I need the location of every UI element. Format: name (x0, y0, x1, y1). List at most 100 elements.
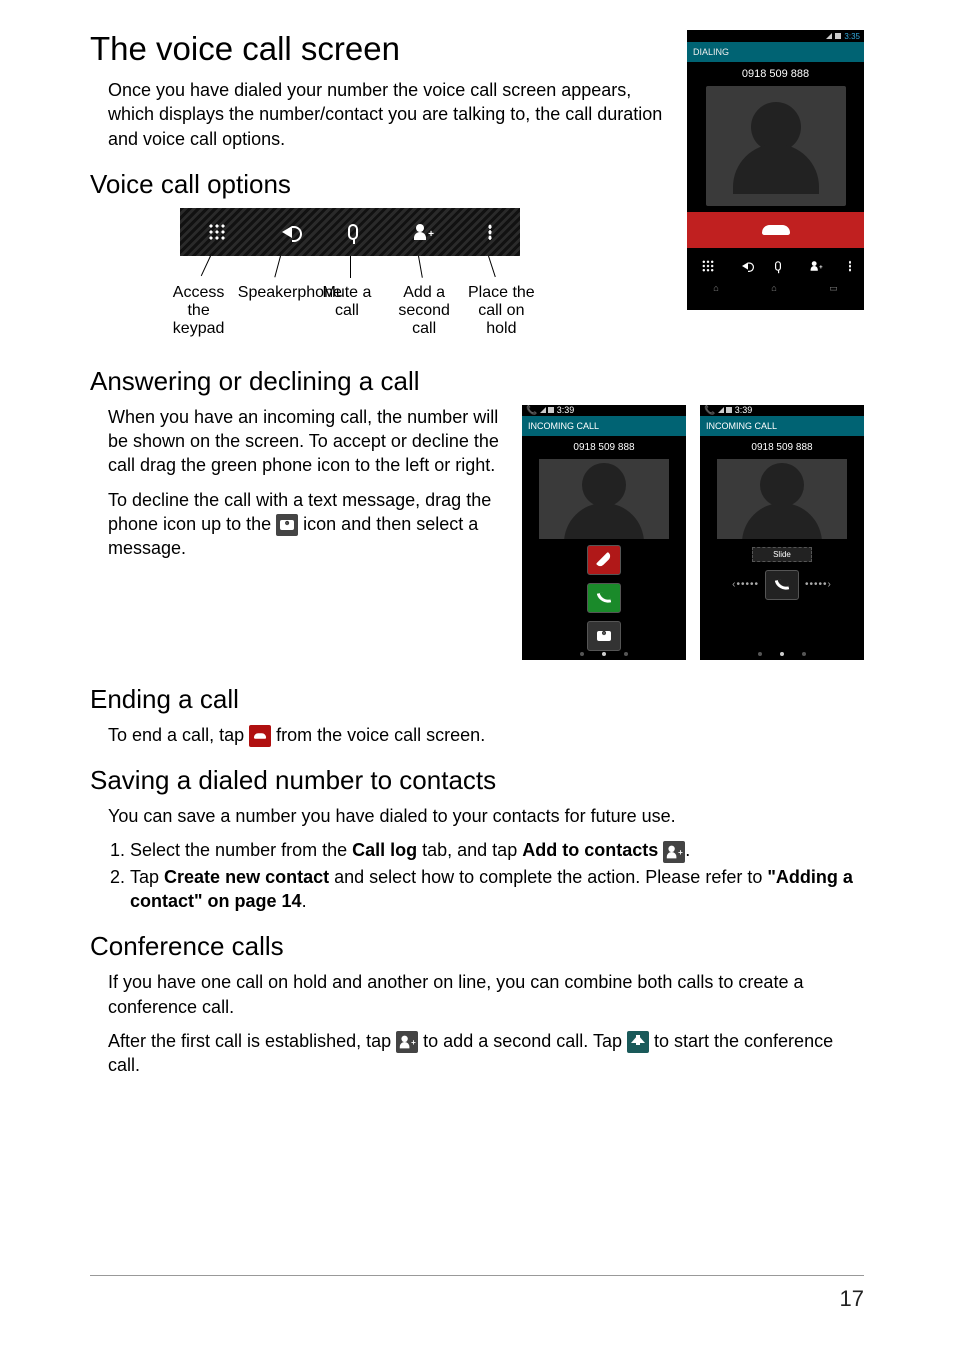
text-fragment: to add a second call. Tap (423, 1031, 627, 1051)
bold-calllog: Call log (352, 840, 417, 860)
hangup-icon (596, 552, 612, 568)
signal-icon (826, 33, 832, 39)
label-hold: Place the call on hold (463, 284, 539, 338)
hangup-icon (762, 225, 790, 235)
bold-add-to-contacts: Add to contacts (522, 840, 658, 860)
label-keypad: Access the keypad (161, 284, 237, 338)
add-contact-icon: + (663, 841, 685, 863)
battery-icon (726, 407, 732, 413)
saving-p1: You can save a number you have dialed to… (108, 804, 864, 828)
status-bar: 3:35 (687, 30, 864, 42)
add-call-icon: + (396, 1031, 418, 1053)
heading-voice-call-screen: The voice call screen (90, 30, 667, 68)
phone-header: DIALING (687, 42, 864, 62)
contact-avatar (717, 459, 847, 539)
add-call-icon[interactable]: + (810, 261, 821, 271)
page-dots (700, 652, 864, 660)
signal-icon (540, 407, 546, 413)
page-number: 17 (840, 1286, 864, 1311)
heading-voice-call-options: Voice call options (90, 169, 667, 200)
phone-number: 0918 509 888 (522, 436, 686, 459)
saving-step-2: Tap Create new contact and select how to… (130, 865, 864, 914)
phone-screenshot-incoming-vertical: 📞 3:39 INCOMING CALL 0918 509 888 ☻ (522, 405, 686, 660)
hangup-icon (249, 725, 271, 747)
contact-avatar (706, 86, 846, 206)
heading-conference: Conference calls (90, 931, 864, 962)
phone-icon: 📞 (526, 405, 537, 415)
answering-p1: When you have an incoming call, the numb… (108, 405, 502, 478)
more-icon[interactable] (488, 224, 492, 240)
phone-header: INCOMING CALL (700, 416, 864, 436)
speaker-icon[interactable] (742, 262, 748, 269)
mute-icon[interactable] (775, 261, 781, 271)
heading-saving: Saving a dialed number to contacts (90, 765, 864, 796)
home-icon[interactable]: ⌂ (771, 283, 776, 293)
phone-screenshot-dialing: 3:35 DIALING 0918 509 888 + ⌂ ⌂ ▭ (687, 30, 864, 310)
slide-dots-left: ‹••••• (732, 579, 759, 590)
decline-button[interactable] (587, 545, 621, 575)
page-footer: 17 (90, 1275, 864, 1312)
hangup-button[interactable] (687, 212, 864, 248)
callout-labels: Access the keypad Speakerphone Mute a ca… (160, 284, 540, 338)
keypad-icon[interactable] (701, 260, 714, 273)
contact-avatar (539, 459, 669, 539)
status-time: 3:39 (735, 405, 753, 415)
text-fragment: To end a call, tap (108, 725, 249, 745)
speaker-icon[interactable] (282, 226, 292, 238)
text-fragment: After the first call is established, tap (108, 1031, 396, 1051)
answering-p2: To decline the call with a text message,… (108, 488, 502, 561)
phone-icon (597, 591, 612, 606)
text-fragment: Tap (130, 867, 164, 887)
nav-bar: ⌂ ⌂ ▭ (687, 280, 864, 296)
text-fragment: . (685, 840, 690, 860)
bold-create-contact: Create new contact (164, 867, 329, 887)
message-decline-button[interactable]: ☻ (587, 621, 621, 651)
battery-icon (548, 407, 554, 413)
back-icon[interactable]: ⌂ (713, 283, 718, 293)
battery-icon (835, 33, 841, 39)
saving-step-1: Select the number from the Call log tab,… (130, 838, 864, 862)
voice-call-options-strip: + (180, 208, 520, 256)
status-time: 3:39 (557, 405, 575, 415)
voice-call-intro: Once you have dialed your number the voi… (108, 78, 667, 151)
keypad-icon[interactable] (208, 223, 226, 241)
label-mute: Mute a call (309, 284, 385, 338)
answer-slide-handle[interactable] (765, 570, 799, 600)
text-fragment: from the voice call screen. (276, 725, 485, 745)
recent-icon[interactable]: ▭ (829, 283, 838, 294)
mute-icon[interactable] (348, 224, 358, 240)
callout-lines (180, 256, 520, 278)
text-fragment: Select the number from the (130, 840, 352, 860)
signal-icon (718, 407, 724, 413)
phone-icon: 📞 (704, 405, 715, 415)
merge-calls-icon (627, 1031, 649, 1053)
status-time: 3:35 (844, 32, 860, 41)
phone-header: INCOMING CALL (522, 416, 686, 436)
slide-dots-right: •••••› (805, 579, 832, 590)
saving-steps: Select the number from the Call log tab,… (90, 838, 864, 913)
heading-answering: Answering or declining a call (90, 366, 864, 397)
conference-p2: After the first call is established, tap… (108, 1029, 864, 1078)
heading-ending: Ending a call (90, 684, 864, 715)
more-icon[interactable] (849, 260, 852, 271)
text-fragment: . (302, 891, 307, 911)
answer-button[interactable] (587, 583, 621, 613)
status-bar: 📞 3:39 (522, 405, 686, 416)
ending-p1: To end a call, tap from the voice call s… (108, 723, 864, 747)
label-speaker: Speakerphone (238, 284, 308, 338)
label-add: Add a second call (386, 284, 462, 338)
phone-icon (775, 578, 790, 593)
add-call-icon[interactable]: + (414, 224, 432, 240)
page-dots (522, 652, 686, 660)
slide-label: Slide (752, 547, 812, 562)
phone-number: 0918 509 888 (700, 436, 864, 459)
phone-number: 0918 509 888 (687, 62, 864, 86)
phone-screenshot-incoming-slide: 📞 3:39 INCOMING CALL 0918 509 888 Slide … (700, 405, 864, 660)
message-icon: ☻ (276, 514, 298, 536)
conference-p1: If you have one call on hold and another… (108, 970, 864, 1019)
text-fragment: tab, and tap (417, 840, 522, 860)
slide-control[interactable]: ‹••••• •••••› (700, 570, 864, 600)
call-options-bar: + (687, 252, 864, 280)
message-icon: ☻ (597, 631, 611, 641)
status-bar: 📞 3:39 (700, 405, 864, 416)
